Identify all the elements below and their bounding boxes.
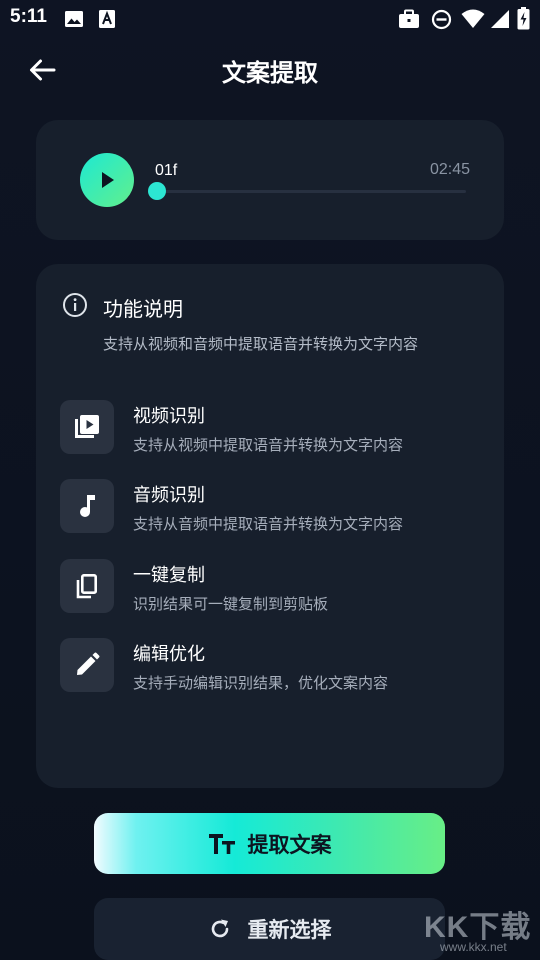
feature-title: 一键复制	[133, 565, 205, 586]
do-not-disturb-icon	[431, 9, 452, 34]
feature-title: 视频识别	[133, 406, 205, 427]
feature-description: 识别结果可一键复制到剪贴板	[133, 595, 329, 613]
reselect-button[interactable]: 重新选择	[94, 898, 445, 960]
refresh-icon	[211, 919, 228, 938]
status-bar: 5:11	[0, 0, 540, 36]
music-note-icon	[60, 479, 114, 533]
feature-description: 支持从视频中提取语音并转换为文字内容	[133, 436, 404, 454]
progress-thumb[interactable]	[148, 182, 166, 200]
wifi-icon	[461, 9, 485, 33]
feature-title: 音频识别	[133, 485, 205, 506]
feature-item-video: 视频识别 支持从视频中提取语音并转换为文字内容	[60, 400, 480, 456]
screen: 5:11 文案提取 01f 02:45 功能说明 支持从视频和音频中提取语音并转…	[0, 0, 540, 960]
feature-info-card: 功能说明 支持从视频和音频中提取语音并转换为文字内容 视频识别 支持从视频中提取…	[36, 264, 504, 788]
info-description: 支持从视频和音频中提取语音并转换为文字内容	[103, 335, 419, 353]
text-size-icon	[208, 833, 235, 854]
feature-title: 编辑优化	[133, 644, 205, 665]
watermark-logo: KK下载 www.kkx.net	[422, 902, 540, 960]
reselect-label: 重新选择	[247, 918, 332, 942]
video-play-icon	[60, 400, 114, 454]
copy-icon	[60, 559, 114, 613]
watermark-url: www.kkx.net	[440, 940, 507, 954]
progress-track[interactable]	[157, 190, 466, 193]
feature-description: 支持从音频中提取语音并转换为文字内容	[133, 515, 404, 533]
status-time: 5:11	[10, 6, 47, 27]
info-title: 功能说明	[103, 297, 183, 321]
play-button[interactable]	[80, 153, 134, 207]
feature-item-edit: 编辑优化 支持手动编辑识别结果，优化文案内容	[60, 638, 480, 694]
feature-description: 支持手动编辑识别结果，优化文案内容	[133, 674, 389, 692]
extract-text-button[interactable]: 提取文案	[94, 813, 445, 874]
page-title: 文案提取	[222, 59, 318, 87]
image-icon	[64, 9, 84, 33]
signal-icon	[490, 9, 510, 33]
info-icon	[62, 292, 88, 318]
battery-charging-icon	[517, 7, 530, 34]
play-icon	[102, 172, 114, 188]
edit-pencil-icon	[60, 638, 114, 692]
audio-file-name: 01f	[155, 162, 178, 179]
audio-player-card: 01f 02:45	[36, 120, 504, 240]
text-a-icon	[98, 9, 116, 33]
feature-item-copy: 一键复制 识别结果可一键复制到剪贴板	[60, 559, 480, 615]
feature-item-audio: 音频识别 支持从音频中提取语音并转换为文字内容	[60, 479, 480, 535]
audio-duration: 02:45	[429, 161, 470, 178]
briefcase-icon	[398, 9, 420, 33]
extract-text-label: 提取文案	[247, 832, 332, 857]
